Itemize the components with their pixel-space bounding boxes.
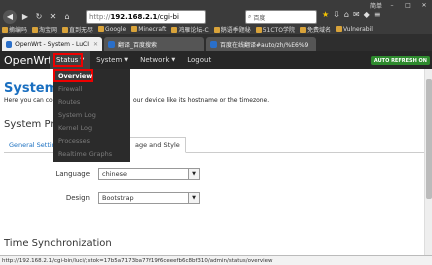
bookmark-item[interactable]: 51CTO学院 (255, 25, 295, 34)
home-page-icon[interactable]: ⌂ (344, 10, 349, 19)
menu-item-processes[interactable]: Processes (53, 134, 130, 147)
menu-logout[interactable]: Logout (181, 51, 217, 69)
close-tab-icon[interactable]: ✕ (93, 41, 98, 48)
caret-down-icon: ▼ (124, 57, 129, 63)
bookmark-item[interactable]: 鸿雁论坛-C (171, 25, 209, 34)
section-title: System Pro (4, 119, 61, 130)
reload-icon[interactable]: ↻ (33, 11, 45, 23)
status-dropdown: Overview Firewall Routes System Log Kern… (53, 69, 130, 162)
page-description-end: our device like its hostname or the time… (133, 97, 270, 104)
search-icon: ⌕ (248, 13, 252, 20)
design-label: Design (65, 194, 90, 202)
menu-icon[interactable]: ≡ (374, 10, 381, 19)
design-select[interactable]: Bootstrap ▼ (98, 192, 200, 204)
bookmark-item[interactable]: 直到无尽 (62, 25, 93, 34)
menu-label: Logout (187, 56, 212, 64)
bookmark-item[interactable]: Vulnerabil (335, 25, 373, 33)
url-path: /cgi-bi (157, 13, 179, 21)
page-icon (210, 40, 217, 48)
tab-baidu-translate[interactable]: 百度在线翻译#auto/zh/%E6%9 (206, 37, 316, 51)
bookmark-item[interactable]: 摘编吗 (2, 25, 27, 34)
bookmark-item[interactable]: 免费域名 (299, 25, 331, 34)
bookmarks-bar: 摘编吗 淘宝网 直到无尽 Google Minecraft 鸿雁论坛-C 鹅语季… (0, 24, 432, 34)
bookmark-item[interactable]: 鹅语季题秘 (213, 25, 251, 34)
menu-item-kernel-log[interactable]: Kernel Log (53, 121, 130, 134)
menu-item-overview[interactable]: Overview (53, 69, 93, 82)
status-bar-url: http://192.168.2.1/cgi-bin/luci/;stok=17… (0, 255, 432, 265)
search-input[interactable]: ⌕ 百度 (245, 10, 317, 24)
brand-logo[interactable]: OpenWrt (4, 54, 53, 67)
maximize-icon[interactable]: □ (402, 2, 414, 9)
url-host: 192.168.2.1 (110, 13, 158, 21)
menu-item-routes[interactable]: Routes (53, 95, 130, 108)
chevron-down-icon: ▼ (188, 169, 199, 179)
tab-bar: OpenWrt - System - LuCI ✕ 翻译_百度搜索 百度在线翻译… (0, 34, 432, 51)
language-label: Language (55, 170, 90, 178)
chevron-down-icon: ▼ (188, 193, 199, 203)
chat-icon[interactable]: ✉ (353, 10, 360, 19)
star-icon[interactable]: ★ (322, 10, 329, 19)
forward-icon[interactable]: ▶ (19, 11, 31, 23)
bookmark-item[interactable]: Google (98, 25, 126, 33)
menu-system[interactable]: System ▼ (90, 51, 134, 69)
tab-label: 翻译_百度搜索 (118, 41, 158, 49)
url-bar[interactable]: http:// 192.168.2.1 /cgi-bi (86, 10, 206, 24)
page-icon (108, 40, 115, 48)
menu-label: System (96, 56, 123, 64)
bookmark-item[interactable]: 淘宝网 (32, 25, 57, 34)
download-icon[interactable]: ⇩ (333, 10, 340, 19)
menu-item-realtime-graphs[interactable]: Realtime Graphs (53, 147, 130, 160)
caret-down-icon: ▼ (171, 57, 176, 63)
url-proto: http:// (89, 13, 111, 21)
toolbar-icons: ★ ⇩ ⌂ ✉ ◆ ≡ (322, 10, 381, 19)
page-description-start: Here you can co (4, 97, 53, 104)
design-row: Design Bootstrap ▼ (0, 192, 432, 204)
menu-label: Network (140, 56, 170, 64)
tab-label: 百度在线翻译#auto/zh/%E6%9 (220, 41, 309, 49)
tab-language-style[interactable]: age and Style (129, 137, 186, 153)
menu-item-system-log[interactable]: System Log (53, 108, 130, 121)
extension-icon[interactable]: ◆ (364, 10, 370, 19)
bookmark-item[interactable]: Minecraft (131, 25, 166, 33)
tab-openwrt[interactable]: OpenWrt - System - LuCI ✕ (2, 37, 102, 51)
status-highlight (53, 53, 83, 67)
auto-refresh-badge[interactable]: AUTO REFRESH ON (370, 56, 430, 65)
menu-network[interactable]: Network ▼ (134, 51, 181, 69)
browser-toolbar: 简单 – □ ✕ ◀ ▶ ↻ ✕ ⌂ http:// 192.168.2.1 /… (0, 0, 432, 34)
time-sync-title: Time Synchronization (4, 238, 112, 249)
page-title: System (4, 81, 59, 96)
design-value: Bootstrap (102, 194, 134, 202)
tab-baidu-search[interactable]: 翻译_百度搜索 (104, 37, 204, 51)
close-window-icon[interactable]: ✕ (418, 2, 430, 9)
minimize-icon[interactable]: – (386, 2, 398, 9)
home-icon[interactable]: ⌂ (61, 11, 73, 23)
stop-icon[interactable]: ✕ (47, 11, 59, 23)
menu-item-firewall[interactable]: Firewall (53, 82, 130, 95)
tab-label: OpenWrt - System - LuCI (15, 40, 89, 48)
search-placeholder: 百度 (253, 14, 266, 22)
page-scrollbar[interactable] (424, 69, 432, 255)
back-icon[interactable]: ◀ (3, 9, 17, 24)
language-row: Language chinese ▼ (0, 168, 432, 180)
language-select[interactable]: chinese ▼ (98, 168, 200, 180)
tab-general-settings[interactable]: General Settin (9, 137, 56, 153)
page-icon (6, 40, 13, 48)
scrollbar-thumb[interactable] (426, 79, 432, 199)
language-value: chinese (102, 170, 128, 178)
